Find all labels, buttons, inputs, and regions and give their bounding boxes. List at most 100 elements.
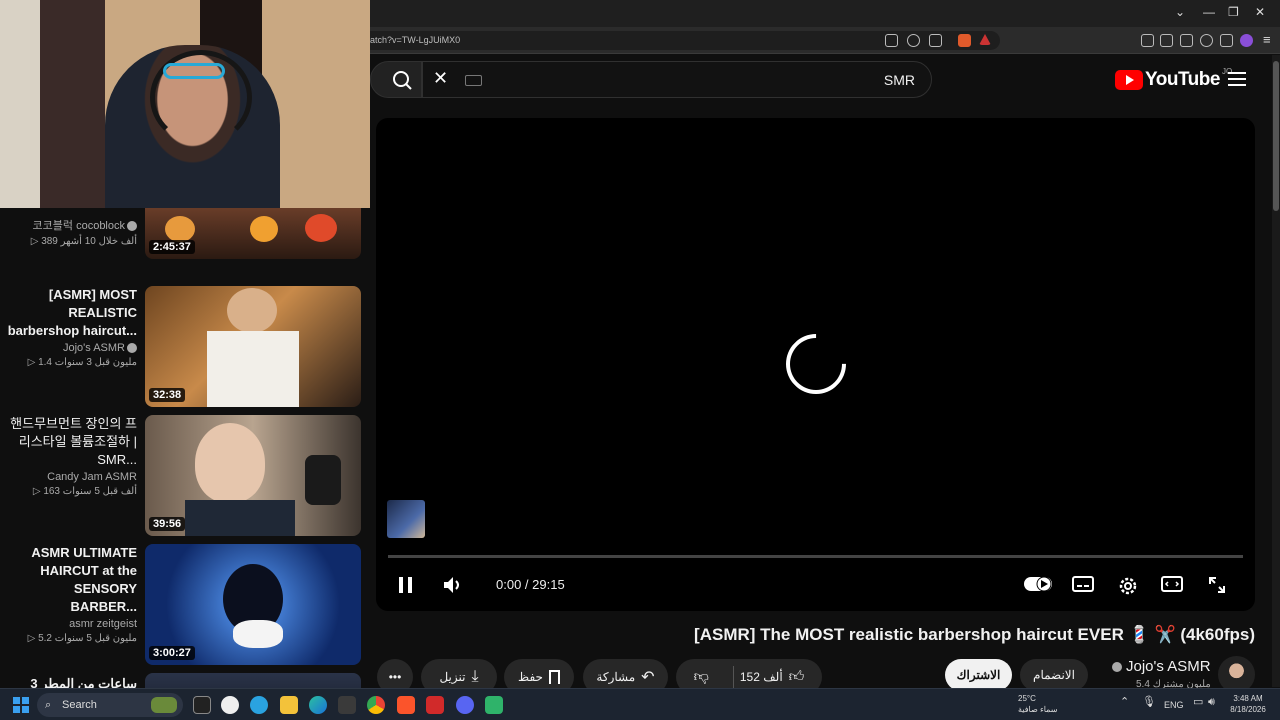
- more-icon: •••: [388, 670, 402, 684]
- autoplay-toggle-icon[interactable]: [1023, 575, 1053, 593]
- youtube-logo[interactable]: YouTube JO: [1115, 67, 1232, 91]
- translate-icon[interactable]: [885, 34, 898, 47]
- telegram-icon[interactable]: [250, 696, 268, 714]
- recommendation-item[interactable]: 39:56 핸드무브먼트 장인의 프리스타일 볼륨조절하 | SMR... Ca…: [0, 415, 370, 540]
- video-thumbnail[interactable]: 39:56: [145, 415, 361, 536]
- video-duration: 39:56: [149, 517, 186, 531]
- video-meta: ▷ 163 ألف قبل 5 سنوات: [32, 486, 137, 497]
- taskbar-search[interactable]: ⌕ Search: [37, 693, 183, 717]
- volume-icon[interactable]: [442, 575, 464, 595]
- like-divider: [732, 666, 734, 688]
- video-info: 코코블럭 cocoblock ▷ 389 ألف خلال 10 أشهر: [7, 215, 137, 247]
- extensions-icon[interactable]: [1141, 34, 1154, 47]
- settings-gear-icon[interactable]: [1117, 575, 1139, 597]
- verified-badge-icon: [127, 343, 137, 354]
- video-thumbnail[interactable]: 32:38: [145, 286, 361, 407]
- brave-rewards-icon[interactable]: [979, 34, 991, 45]
- page-scrollbar[interactable]: [1272, 55, 1280, 687]
- video-title[interactable]: [ASMR] MOST REALISTIC barbershop haircut…: [7, 286, 137, 340]
- thumbnail-figure: [207, 331, 299, 407]
- sidebar-icon[interactable]: [1160, 34, 1173, 47]
- epic-games-icon[interactable]: [193, 696, 211, 714]
- search-input[interactable]: ✕ SMR: [422, 61, 932, 98]
- restore-button[interactable]: ❐: [1228, 5, 1239, 19]
- youtube-wordmark: YouTube: [1145, 69, 1220, 90]
- youtube-app-icon[interactable]: [426, 696, 444, 714]
- channel-watermark[interactable]: [387, 500, 425, 538]
- discord-icon[interactable]: [456, 696, 474, 714]
- tray-overflow-icon[interactable]: ⌃: [1120, 697, 1129, 708]
- brave-icon[interactable]: [397, 696, 415, 714]
- like-count[interactable]: 152 ألف: [740, 670, 783, 684]
- channel-name[interactable]: Jojo's ASMR: [1126, 658, 1211, 675]
- close-window-button[interactable]: ✕: [1255, 5, 1265, 19]
- app-icon[interactable]: [485, 696, 503, 714]
- recommendation-item[interactable]: 3 ساعات من المطر الليلي: [0, 673, 370, 688]
- vpn-icon[interactable]: [1220, 34, 1233, 47]
- video-title[interactable]: 3 ساعات من المطر الليلي: [7, 675, 137, 688]
- clock[interactable]: 3:48 AM 8/18/2026: [1226, 693, 1270, 715]
- recommendation-item[interactable]: 3:00:27 ASMR ULTIMATE HAIRCUT at the SEN…: [0, 544, 370, 669]
- url-bar[interactable]: atch?v=TW-LgJUiMX0: [370, 31, 1000, 50]
- minimize-button[interactable]: —: [1203, 5, 1215, 19]
- like-icon[interactable]: 👍︎: [789, 668, 805, 686]
- captions-icon[interactable]: [1072, 575, 1094, 593]
- recommendation-item[interactable]: 2:45:37 코코블럭 cocoblock ▷ 389 ألف خلال 10…: [0, 208, 370, 278]
- keyboard-icon[interactable]: [465, 75, 482, 86]
- video-player[interactable]: 0:00 / 29:15: [376, 118, 1255, 611]
- share-label: مشاركة: [596, 670, 636, 684]
- video-info: 3 ساعات من المطر الليلي: [7, 675, 137, 688]
- leo-icon[interactable]: [1200, 34, 1213, 47]
- channel-name: Candy Jam ASMR: [47, 471, 137, 483]
- thumbnail-figure: [165, 216, 195, 242]
- video-thumbnail[interactable]: [145, 673, 361, 688]
- profile-icon[interactable]: [1240, 34, 1253, 47]
- weather-desc: سماء صافية: [1018, 705, 1058, 714]
- video-thumbnail[interactable]: 3:00:27: [145, 544, 361, 665]
- tab-list-button[interactable]: ⌄: [1175, 5, 1185, 19]
- recommendation-item[interactable]: 32:38 [ASMR] MOST REALISTIC barbershop h…: [0, 286, 370, 411]
- speaker-icon[interactable]: 🔊︎: [1208, 697, 1215, 708]
- edge-icon[interactable]: [309, 696, 327, 714]
- download-icon: ⤓: [471, 668, 479, 685]
- language-indicator[interactable]: ENG: [1164, 700, 1184, 711]
- video-thumbnail[interactable]: 2:45:37: [145, 208, 361, 259]
- fullscreen-exit-icon[interactable]: [1207, 575, 1227, 595]
- thumbnail-figure: [233, 620, 283, 648]
- theater-mode-icon[interactable]: [1161, 575, 1183, 593]
- search-button[interactable]: [370, 61, 422, 98]
- progress-bar[interactable]: [388, 555, 1243, 558]
- video-info: [ASMR] MOST REALISTIC barbershop haircut…: [7, 286, 137, 368]
- clear-search-icon[interactable]: ✕: [433, 68, 448, 89]
- wallet-icon[interactable]: [1180, 34, 1193, 47]
- windows-start-icon[interactable]: [13, 697, 29, 713]
- pause-icon[interactable]: [396, 575, 416, 595]
- microphone-icon[interactable]: 🎙︎: [1142, 697, 1156, 708]
- video-title[interactable]: 핸드무브먼트 장인의 프리스타일 볼륨조절하 | SMR...: [7, 415, 137, 469]
- brave-shields-icon[interactable]: [958, 34, 971, 47]
- browser-toolbar: atch?v=TW-LgJUiMX0 ≡: [370, 27, 1280, 54]
- search-icon: ⌕: [45, 699, 52, 711]
- file-explorer-icon[interactable]: [280, 696, 298, 714]
- network-icon[interactable]: ▭: [1193, 697, 1203, 708]
- verified-badge-icon: [127, 221, 137, 232]
- thumbnail-figure: [250, 216, 278, 242]
- store-icon[interactable]: [338, 696, 356, 714]
- weather-widget[interactable]: 25°C سماء صافية: [1018, 693, 1058, 715]
- channel-name: Jojo's ASMR: [7, 342, 137, 354]
- dislike-icon[interactable]: 👎︎: [694, 668, 709, 686]
- subscribe-button[interactable]: الاشتراك: [945, 659, 1012, 691]
- join-button[interactable]: الانضمام: [1020, 659, 1088, 691]
- video-title[interactable]: ASMR ULTIMATE HAIRCUT at the SENSORY BAR…: [7, 544, 137, 616]
- browser-menu-icon[interactable]: ≡: [1263, 32, 1271, 47]
- chrome-icon[interactable]: [367, 696, 385, 714]
- cast-icon[interactable]: [929, 34, 942, 47]
- clock-date: 8/18/2026: [1230, 705, 1266, 714]
- video-duration: 3:00:27: [149, 646, 195, 660]
- sunglasses-icon: [163, 63, 225, 79]
- thumbnail-microphone: [305, 455, 341, 505]
- media-player-icon[interactable]: [221, 696, 239, 714]
- scrollbar-thumb[interactable]: [1273, 61, 1279, 211]
- zoom-icon[interactable]: [907, 34, 920, 47]
- hamburger-menu-icon[interactable]: [1228, 72, 1246, 86]
